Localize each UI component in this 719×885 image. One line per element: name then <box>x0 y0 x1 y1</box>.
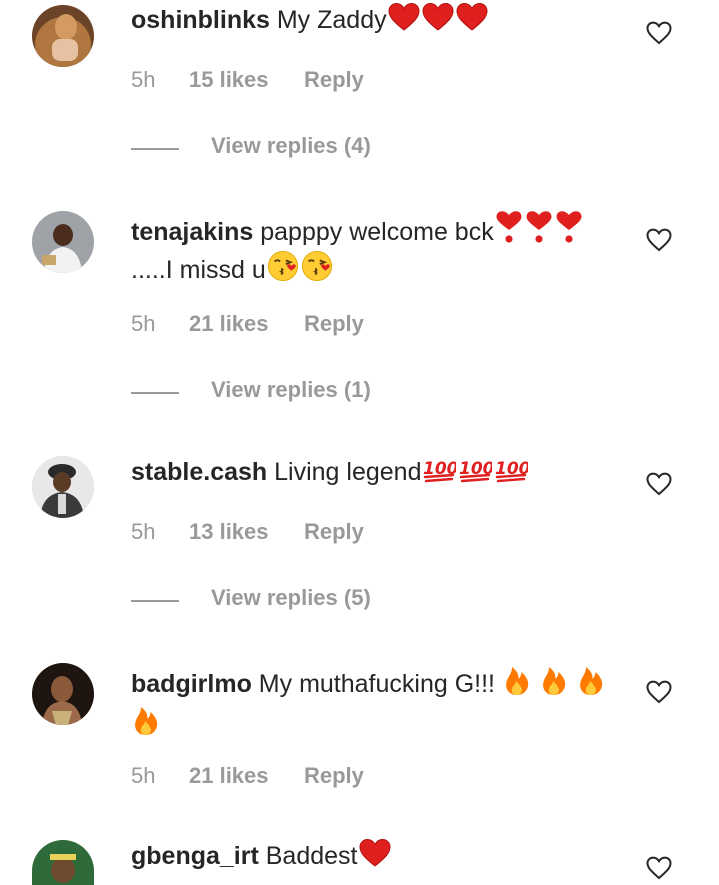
red-heart-emoji <box>388 2 420 32</box>
reply-button[interactable]: Reply <box>304 67 364 93</box>
like-heart-icon[interactable] <box>646 228 672 252</box>
like-heart-icon[interactable] <box>646 21 672 45</box>
comment-username[interactable]: tenajakins <box>131 218 253 246</box>
like-heart-icon[interactable] <box>646 856 672 880</box>
comment-text: tenajakins papppy welcome bck .....I miss… <box>131 210 621 288</box>
red-heart-emoji <box>422 2 454 32</box>
comment-body: Baddest <box>265 842 358 870</box>
comment-meta: 5h 15 likes Reply <box>131 67 364 93</box>
comment-likes[interactable]: 15 likes <box>189 67 304 93</box>
comment-body: My muthafucking G!!! <box>258 670 495 698</box>
avatar[interactable] <box>32 663 94 725</box>
view-replies-label: View replies (4) <box>211 133 371 158</box>
replies-divider <box>131 148 179 150</box>
comment-meta: 5h 13 likes Reply <box>131 519 364 545</box>
reply-button[interactable]: Reply <box>304 763 364 789</box>
comment-text: gbenga_irt Baddest <box>131 838 621 874</box>
heavy-heart-exclamation-emoji <box>555 210 583 244</box>
comment-text: oshinblinks My Zaddy <box>131 2 621 38</box>
fire-emoji <box>503 662 531 696</box>
avatar[interactable] <box>32 211 94 273</box>
comment-username[interactable]: gbenga_irt <box>131 842 259 870</box>
heavy-heart-exclamation-emoji <box>495 210 523 244</box>
comment-likes[interactable]: 21 likes <box>189 311 304 337</box>
comment-likes[interactable]: 13 likes <box>189 519 304 545</box>
view-replies-label: View replies (1) <box>211 377 371 402</box>
comment-body: My Zaddy <box>276 6 387 34</box>
comment-body-continued: .....I missd u <box>131 256 266 284</box>
avatar[interactable] <box>32 456 94 518</box>
comment-username[interactable]: stable.cash <box>131 458 267 486</box>
red-heart-emoji <box>359 838 391 868</box>
reply-button[interactable]: Reply <box>304 519 364 545</box>
face-blowing-kiss-emoji <box>301 250 333 282</box>
red-heart-emoji <box>456 2 488 32</box>
comment-time: 5h <box>131 311 156 336</box>
comment-text: badgirlmo My muthafucking G!!! <box>131 662 621 742</box>
avatar[interactable] <box>32 5 94 67</box>
fire-emoji <box>577 662 605 696</box>
comment-body: papppy welcome bck <box>260 218 494 246</box>
face-blowing-kiss-emoji <box>267 250 299 282</box>
comment-time: 5h <box>131 763 156 788</box>
comment-text: stable.cash Living legend <box>131 454 621 490</box>
replies-divider <box>131 392 179 394</box>
hundred-points-emoji <box>494 454 528 484</box>
replies-divider <box>131 600 179 602</box>
comment-username[interactable]: badgirlmo <box>131 670 252 698</box>
heavy-heart-exclamation-emoji <box>525 210 553 244</box>
comment-likes[interactable]: 21 likes <box>189 763 304 789</box>
reply-button[interactable]: Reply <box>304 311 364 337</box>
comment-meta: 5h 21 likes Reply <box>131 311 364 337</box>
avatar[interactable] <box>32 840 94 885</box>
fire-emoji <box>132 702 160 736</box>
like-heart-icon[interactable] <box>646 472 672 496</box>
like-heart-icon[interactable] <box>646 680 672 704</box>
fire-emoji <box>540 662 568 696</box>
comment-meta: 5h 21 likes Reply <box>131 763 364 789</box>
comment-username[interactable]: oshinblinks <box>131 6 270 34</box>
comment-body: Living legend <box>274 458 422 486</box>
comment-time: 5h <box>131 67 156 92</box>
view-replies-label: View replies (5) <box>211 585 371 610</box>
hundred-points-emoji <box>458 454 492 484</box>
hundred-points-emoji <box>422 454 456 484</box>
comment-time: 5h <box>131 519 156 544</box>
